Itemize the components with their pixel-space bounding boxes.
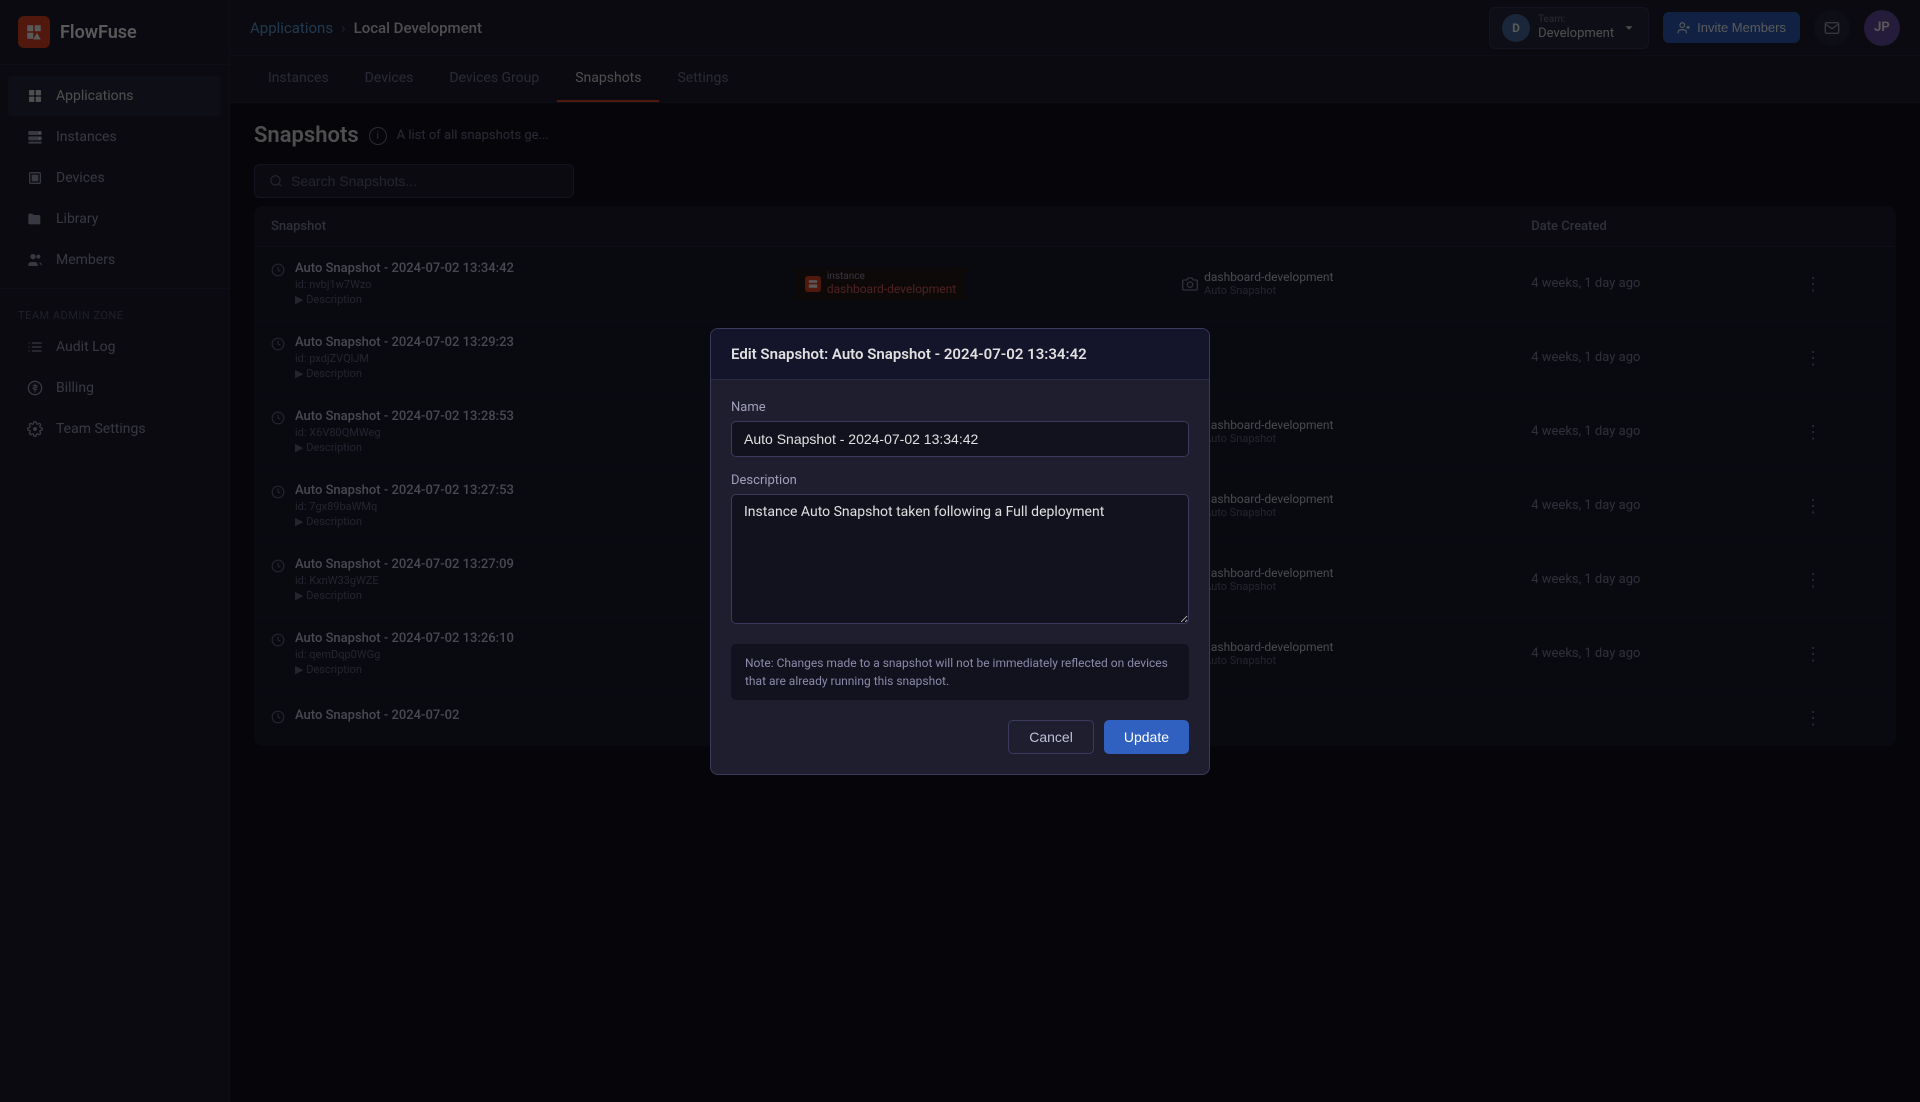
name-input[interactable]	[731, 421, 1189, 457]
modal-footer: Cancel Update	[731, 716, 1189, 754]
modal-title: Edit Snapshot: Auto Snapshot - 2024-07-0…	[731, 345, 1087, 363]
cancel-button[interactable]: Cancel	[1008, 720, 1094, 754]
update-button[interactable]: Update	[1104, 720, 1189, 754]
description-label: Description	[731, 473, 1189, 488]
edit-snapshot-modal: Edit Snapshot: Auto Snapshot - 2024-07-0…	[710, 328, 1210, 775]
description-textarea[interactable]	[731, 494, 1189, 624]
name-label: Name	[731, 400, 1189, 415]
modal-note: Note: Changes made to a snapshot will no…	[731, 644, 1189, 700]
modal-header: Edit Snapshot: Auto Snapshot - 2024-07-0…	[711, 329, 1209, 380]
modal-overlay[interactable]: Edit Snapshot: Auto Snapshot - 2024-07-0…	[0, 0, 1920, 1102]
modal-body: Name Description Note: Changes made to a…	[711, 380, 1209, 774]
name-field-group: Name	[731, 400, 1189, 457]
description-field-group: Description	[731, 473, 1189, 628]
